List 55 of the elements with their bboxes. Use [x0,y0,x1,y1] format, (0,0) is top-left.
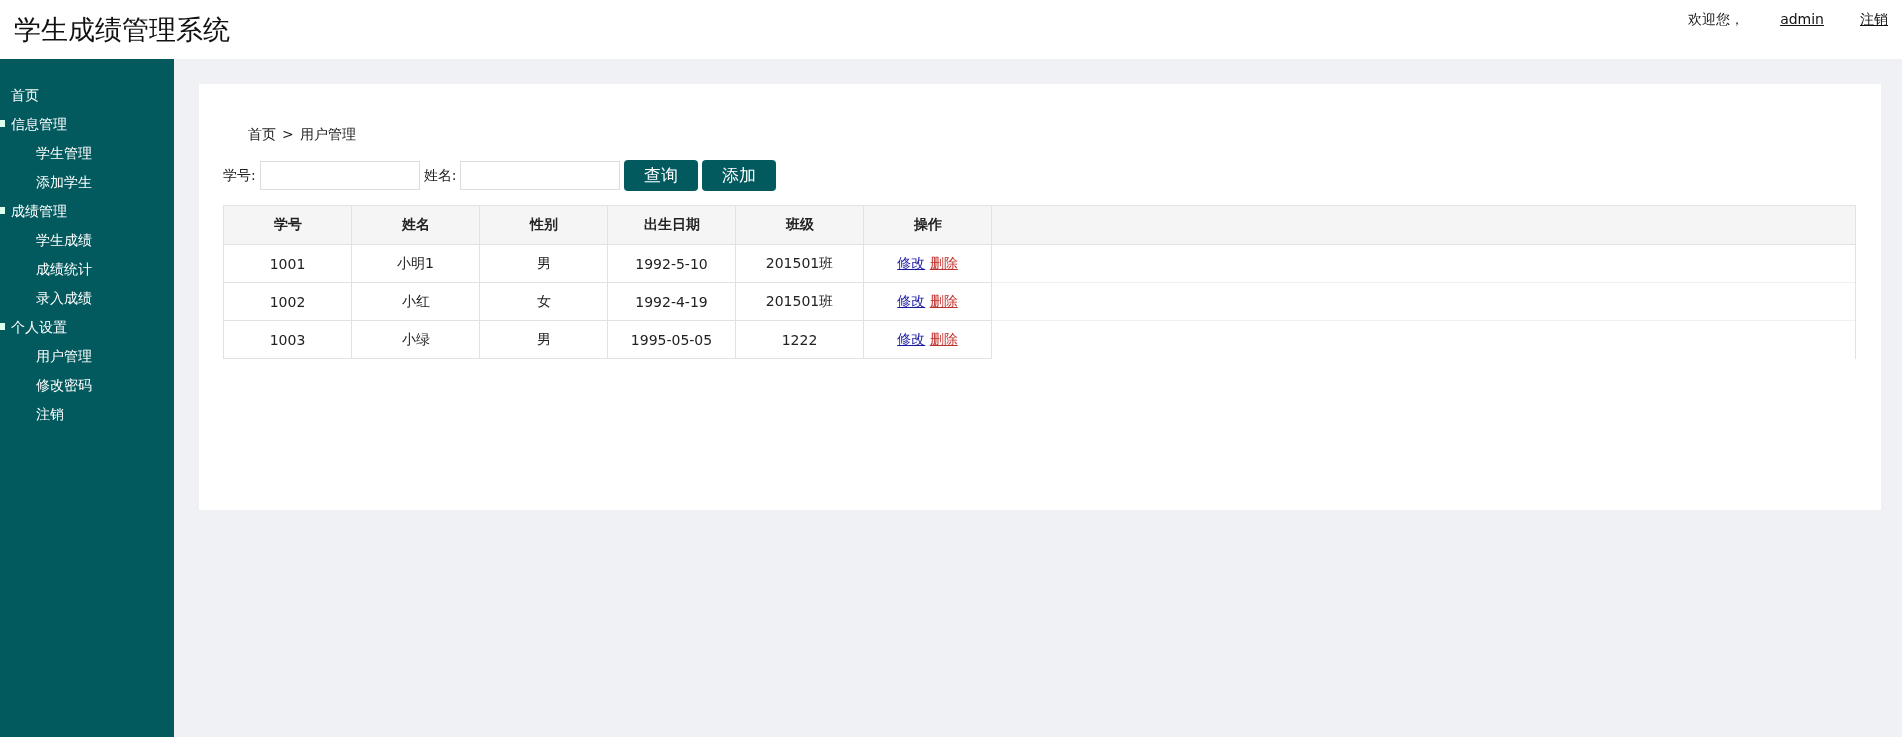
table-cell: 男 [479,320,608,359]
expand-icon [0,207,5,214]
delete-link[interactable]: 删除 [929,254,958,271]
sidebar-item[interactable]: 首页 [0,81,174,110]
input-field[interactable] [460,161,621,190]
table-cell: 1995-05-05 [607,320,736,359]
sidebar-item[interactable]: 录入成绩 [0,284,174,313]
column-header: 学号 [223,205,352,245]
add-button[interactable]: 添加 [702,160,777,191]
edit-link[interactable]: 修改 [897,330,926,347]
column-header: 操作 [863,205,992,245]
column-header: 性别 [479,205,608,245]
field-label: 姓名: [423,166,457,185]
edit-link[interactable]: 修改 [897,292,926,309]
table-cell: 小红 [351,282,480,321]
sidebar-item[interactable]: 修改密码 [0,371,174,400]
table-cell: 1001 [223,244,352,283]
breadcrumb-item[interactable]: 首页 [248,126,276,144]
table-cell: 女 [479,282,608,321]
sidebar-item[interactable]: 添加学生 [0,168,174,197]
sidebar-item[interactable]: 学生管理 [0,139,174,168]
field-label: 学号: [223,166,256,185]
sidebar-group[interactable]: 个人设置 [0,313,174,342]
search-button[interactable]: 查询 [624,160,699,191]
delete-link[interactable]: 删除 [929,292,958,309]
logout-link[interactable]: 注销 [1860,11,1888,29]
breadcrumb-separator: > [282,126,294,144]
sidebar-group[interactable]: 成绩管理 [0,197,174,226]
table-cell: 1003 [223,320,352,359]
sidebar-group[interactable]: 信息管理 [0,110,174,139]
column-header: 班级 [735,205,864,245]
table-cell: 1992-4-19 [607,282,736,321]
table-cell: 男 [479,244,608,283]
table-cell: 1002 [223,282,352,321]
column-header: 姓名 [351,205,480,245]
app-title: 学生成绩管理系统 [14,13,230,47]
table-cell: 1222 [735,320,864,359]
sidebar-item[interactable]: 学生成绩 [0,226,174,255]
edit-link[interactable]: 修改 [897,254,926,271]
sidebar-item[interactable]: 注销 [0,400,174,429]
table-cell: 1992-5-10 [607,244,736,283]
sidebar-item[interactable]: 成绩统计 [0,255,174,284]
delete-link[interactable]: 删除 [929,330,958,347]
table-cell: 小明1 [351,244,480,283]
column-header: 出生日期 [607,205,736,245]
input-field[interactable] [259,161,420,190]
table-cell: 小绿 [351,320,480,359]
breadcrumb-item[interactable]: 用户管理 [299,126,356,144]
expand-icon [0,323,5,330]
welcome-text: 欢迎您， [1688,11,1745,29]
user-link[interactable]: admin [1780,11,1824,29]
table-cell: 201501班 [735,244,864,283]
expand-icon [0,120,5,127]
table-cell: 201501班 [735,282,864,321]
sidebar-item[interactable]: 用户管理 [0,342,174,371]
